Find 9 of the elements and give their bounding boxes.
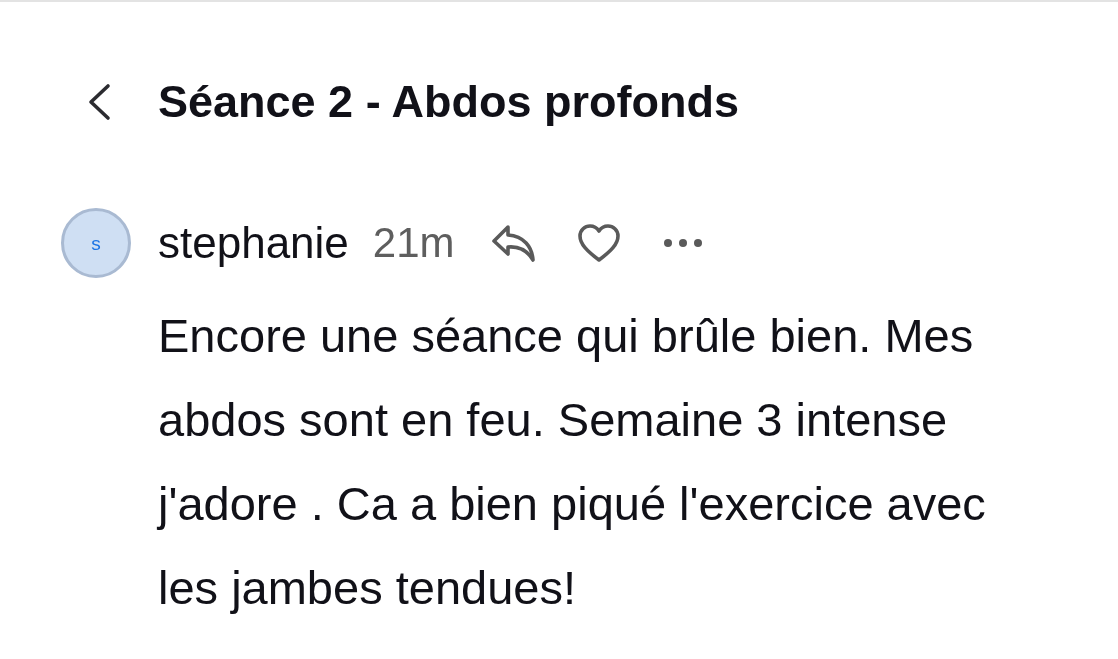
author-name: stephanie [158, 216, 349, 269]
avatar-initial: s [91, 233, 101, 253]
more-icon[interactable] [662, 238, 703, 248]
back-icon[interactable] [86, 83, 112, 121]
page-title: Séance 2 - Abdos profonds [158, 75, 739, 129]
timestamp: 21m [372, 217, 455, 268]
comment-text: Encore une séance qui brûle bien. Mes abdos sont en feu. Semaine 3 intense j'adore . Ca a bien piqué l'exercice avec les jambes tendues! [158, 308, 987, 616]
heart-icon[interactable] [576, 223, 621, 263]
reply-icon[interactable] [490, 223, 537, 263]
